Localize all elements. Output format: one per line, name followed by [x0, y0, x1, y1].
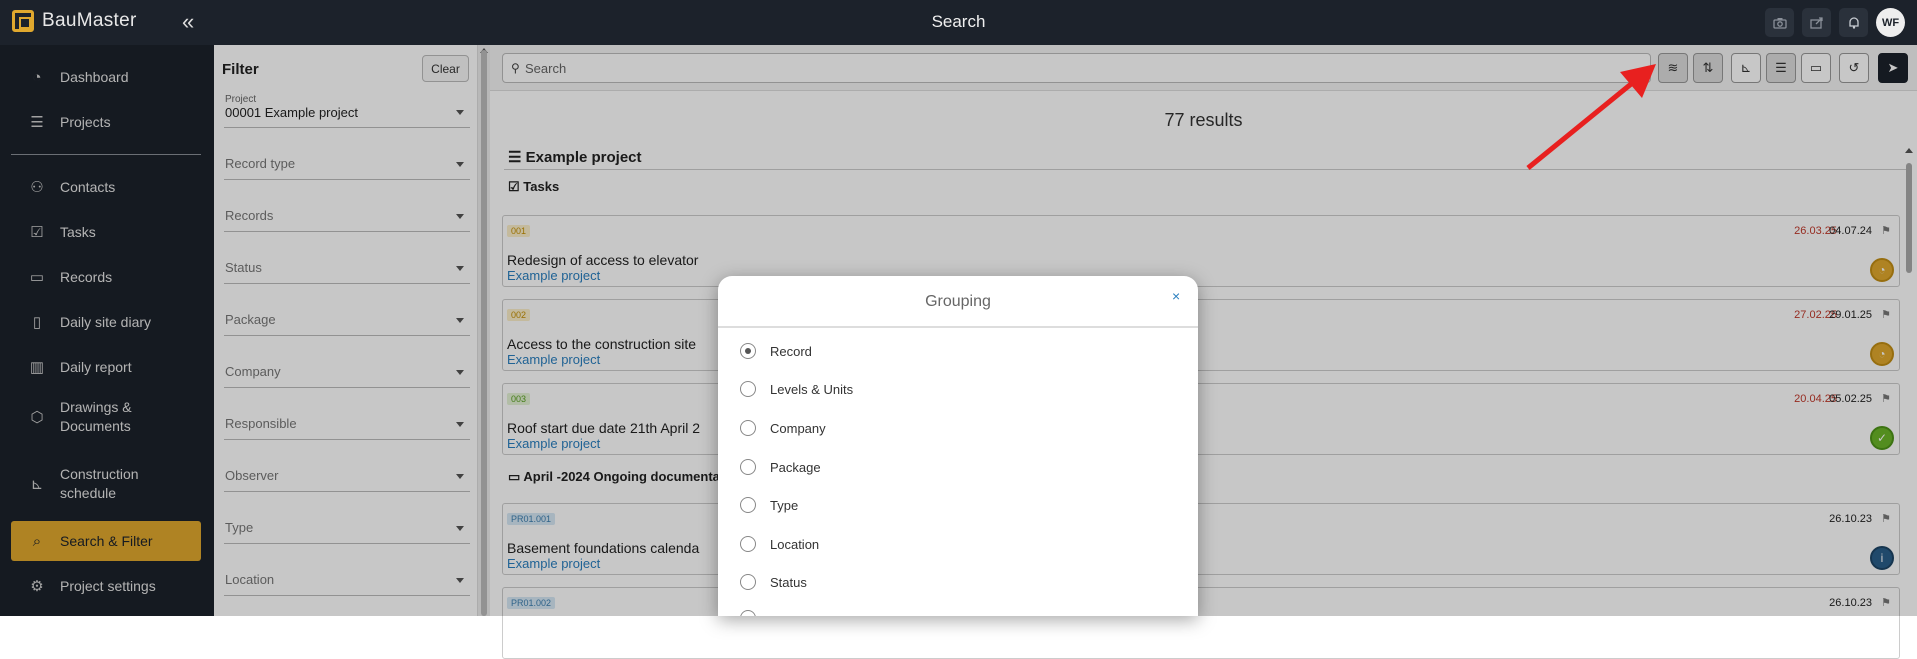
option-label: Status — [770, 574, 807, 590]
top-actions: WF — [1765, 8, 1905, 37]
radio-unselected[interactable] — [740, 536, 756, 552]
dialog-divider — [718, 326, 1198, 328]
option-label: Levels & Units — [770, 381, 854, 397]
grouping-option-company[interactable]: Company — [740, 420, 826, 436]
radio-unselected[interactable] — [740, 497, 756, 513]
grouping-option-more[interactable] — [740, 610, 756, 616]
radio-unselected[interactable] — [740, 574, 756, 590]
radio-unselected[interactable] — [740, 610, 756, 616]
camera-icon[interactable] — [1765, 8, 1794, 37]
radio-unselected[interactable] — [740, 381, 756, 397]
export-icon[interactable] — [1802, 8, 1831, 37]
option-label: Record — [770, 343, 812, 359]
grouping-option-location[interactable]: Location — [740, 536, 819, 552]
grouping-option-record[interactable]: Record — [740, 343, 812, 359]
grouping-option-package[interactable]: Package — [740, 459, 821, 475]
option-label: Package — [770, 459, 821, 475]
page-title: Search — [931, 12, 986, 31]
top-bar: BauMaster « Search WF — [0, 0, 1917, 45]
close-icon[interactable]: × — [1172, 288, 1180, 304]
user-avatar[interactable]: WF — [1876, 8, 1905, 37]
option-label: Company — [770, 420, 826, 436]
grouping-dialog: Grouping × Record Levels & Units Company… — [718, 276, 1198, 616]
annotation-arrow-icon — [1526, 64, 1656, 170]
dialog-title: Grouping — [925, 293, 991, 310]
grouping-option-levels-units[interactable]: Levels & Units — [740, 381, 853, 397]
option-label: Type — [770, 497, 799, 513]
radio-unselected[interactable] — [740, 420, 756, 436]
option-label: Location — [770, 536, 820, 552]
bell-icon[interactable] — [1839, 8, 1868, 37]
grouping-option-type[interactable]: Type — [740, 497, 798, 513]
grouping-option-status[interactable]: Status — [740, 574, 807, 590]
radio-selected[interactable] — [740, 343, 756, 359]
radio-unselected[interactable] — [740, 459, 756, 475]
